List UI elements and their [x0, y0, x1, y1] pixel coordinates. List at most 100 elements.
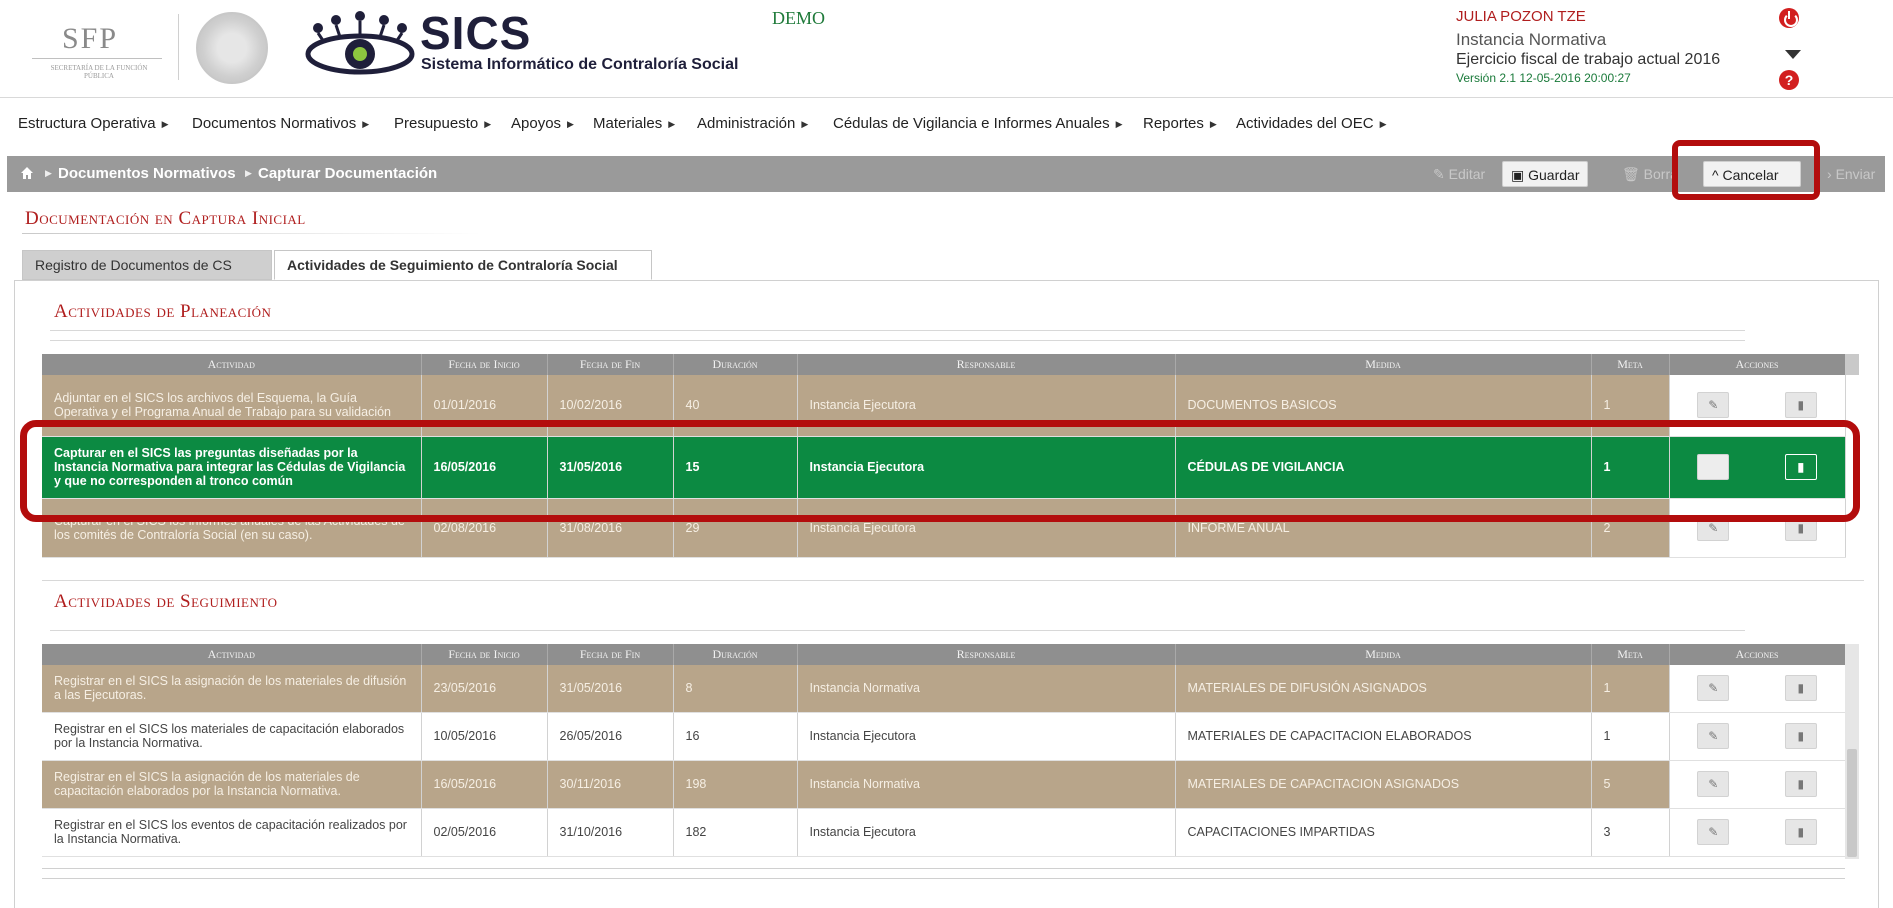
cell-actividad: Registrar en el SICS los materiales de c… [42, 712, 422, 761]
cell-responsable: Instancia Ejecutora [797, 808, 1176, 857]
trash-icon[interactable]: ▮ [1784, 771, 1817, 797]
user-role: Instancia Normativa [1456, 30, 1607, 49]
help-icon[interactable]: ? [1779, 70, 1799, 90]
col-fecha-inicio[interactable]: Fecha de Inicio [421, 644, 548, 665]
seguimiento-table: Actividad Fecha de Inicio Fecha de Fin D… [42, 644, 1846, 857]
trash-icon[interactable]: ▮ [1784, 392, 1817, 419]
cell-acciones: ✎ ▮ [1669, 808, 1846, 857]
cell-duracion: 8 [673, 665, 798, 713]
table-row[interactable]: Registrar en el SICS los eventos de capa… [42, 808, 1846, 857]
breadcrumb-capturar-documentacion: Capturar Documentación [258, 165, 438, 182]
cell-fin: 30/11/2016 [547, 760, 674, 809]
power-icon[interactable] [1779, 8, 1799, 28]
menu-item-actividades-oec[interactable]: Actividades del OEC ▶ [1236, 115, 1387, 132]
cell-duracion: 198 [673, 760, 798, 809]
col-responsable[interactable]: Responsable [797, 354, 1176, 375]
breadcrumb-documentos-normativos[interactable]: Documentos Normativos [58, 165, 236, 182]
menu-label: Reportes [1143, 115, 1204, 132]
pencil-icon[interactable]: ✎ [1697, 819, 1730, 845]
menu-item-administracion[interactable]: Administración ▶ [697, 115, 808, 132]
cell-medida: MATERIALES DE CAPACITACION ELABORADOS [1175, 712, 1592, 761]
scrollbar[interactable] [1845, 644, 1859, 859]
national-seal-logo [196, 12, 268, 84]
cancel-button-highlight [1672, 140, 1820, 200]
sics-eye-logo [305, 11, 415, 75]
cell-fin: 26/05/2016 [547, 712, 674, 761]
sfp-logo-text: SFP [62, 22, 119, 55]
breadcrumb: ▶ Documentos Normativos ▶ Capturar Docum… [7, 156, 1885, 192]
menu-item-presupuesto[interactable]: Presupuesto ▶ [394, 115, 491, 132]
pencil-icon[interactable]: ✎ [1697, 723, 1730, 749]
col-medida[interactable]: Medida [1175, 644, 1592, 665]
sfp-logo-subtitle: SECRETARÍA DE LA FUNCIÓN PÚBLICA [50, 64, 148, 80]
col-actividad[interactable]: Actividad [42, 354, 422, 375]
scrollbar-thumb[interactable] [1847, 749, 1857, 857]
col-actividad[interactable]: Actividad [42, 644, 422, 665]
cell-inicio: 10/05/2016 [421, 712, 548, 761]
chevron-down-icon[interactable] [1785, 50, 1801, 59]
save-label: Guardar [1528, 167, 1580, 183]
col-fecha-fin[interactable]: Fecha de Fin [547, 644, 674, 665]
trash-icon[interactable]: ▮ [1784, 675, 1817, 702]
planeacion-underline-2 [50, 340, 1745, 341]
seguimiento-underline [50, 630, 1745, 631]
col-medida[interactable]: Medida [1175, 354, 1592, 375]
col-acciones: Acciones [1669, 644, 1846, 665]
pencil-icon[interactable]: ✎ [1697, 675, 1730, 702]
edit-button[interactable]: ✎ Editar [1425, 161, 1493, 187]
menu-label: Documentos Normativos [192, 115, 357, 132]
menu-label: Apoyos [511, 115, 562, 132]
caret-right-icon: ▶ [45, 168, 52, 178]
cell-medida: MATERIALES DE DIFUSIÓN ASIGNADOS [1175, 665, 1592, 713]
cell-duracion: 16 [673, 712, 798, 761]
caret-right-icon: ▶ [161, 118, 169, 129]
caret-right-icon: ▶ [668, 118, 676, 129]
menu-item-reportes[interactable]: Reportes ▶ [1143, 115, 1217, 132]
pencil-icon[interactable]: ✎ [1697, 771, 1730, 797]
cell-actividad: Registrar en el SICS los eventos de capa… [42, 808, 422, 857]
menu-label: Administración [697, 115, 796, 132]
cell-fin: 31/10/2016 [547, 808, 674, 857]
version-label: Versión 2.1 12-05-2016 20:00:27 [1456, 71, 1631, 85]
tab-registro-documentos[interactable]: Registro de Documentos de CS [22, 250, 272, 280]
home-icon[interactable] [21, 167, 33, 179]
selected-row-highlight [20, 420, 1860, 522]
caret-right-icon: ▶ [245, 168, 252, 178]
menu-item-materiales[interactable]: Materiales ▶ [593, 115, 675, 132]
table-header-row: Actividad Fecha de Inicio Fecha de Fin D… [42, 354, 1846, 375]
table-row[interactable]: Registrar en el SICS la asignación de lo… [42, 760, 1846, 809]
scrollbar[interactable] [1845, 354, 1859, 375]
menu-item-cedulas-vigilancia[interactable]: Cédulas de Vigilancia e Informes Anuales… [833, 115, 1122, 132]
menu-item-apoyos[interactable]: Apoyos ▶ [511, 115, 574, 132]
trash-icon[interactable]: ▮ [1784, 819, 1817, 845]
cell-inicio: 23/05/2016 [421, 665, 548, 713]
pencil-icon[interactable]: ✎ [1697, 392, 1730, 419]
col-duracion[interactable]: Duración [673, 354, 798, 375]
menu-item-documentos-normativos[interactable]: Documentos Normativos ▶ [192, 115, 369, 132]
menu-label: Estructura Operativa [18, 115, 156, 132]
send-button[interactable]: › Enviar [1819, 161, 1883, 187]
col-meta[interactable]: Meta [1591, 354, 1670, 375]
menu-label: Presupuesto [394, 115, 479, 132]
table-row[interactable]: Registrar en el SICS los materiales de c… [42, 712, 1846, 761]
caret-right-icon: ▶ [567, 118, 574, 129]
table-row[interactable]: Registrar en el SICS la asignación de lo… [42, 665, 1846, 713]
trash-icon[interactable]: ▮ [1784, 723, 1817, 749]
cell-meta: 1 [1591, 712, 1670, 761]
environment-label: DEMO [772, 8, 825, 28]
cell-responsable: Instancia Normativa [797, 665, 1176, 713]
col-meta[interactable]: Meta [1591, 644, 1670, 665]
cell-medida: MATERIALES DE CAPACITACION ASIGNADOS [1175, 760, 1592, 809]
cell-inicio: 02/05/2016 [421, 808, 548, 857]
col-responsable[interactable]: Responsable [797, 644, 1176, 665]
col-duracion[interactable]: Duración [673, 644, 798, 665]
menu-item-estructura-operativa[interactable]: Estructura Operativa ▶ [18, 115, 168, 132]
cell-acciones: ✎ ▮ [1669, 665, 1846, 713]
col-fecha-inicio[interactable]: Fecha de Inicio [421, 354, 548, 375]
cell-actividad: Registrar en el SICS la asignación de lo… [42, 665, 422, 713]
col-fecha-fin[interactable]: Fecha de Fin [547, 354, 674, 375]
floppy-icon: ▣ [1511, 167, 1529, 183]
title-underline [22, 233, 482, 234]
save-button[interactable]: ▣ Guardar [1502, 161, 1589, 187]
tab-actividades-seguimiento[interactable]: Actividades de Seguimiento de Contralorí… [274, 250, 652, 280]
